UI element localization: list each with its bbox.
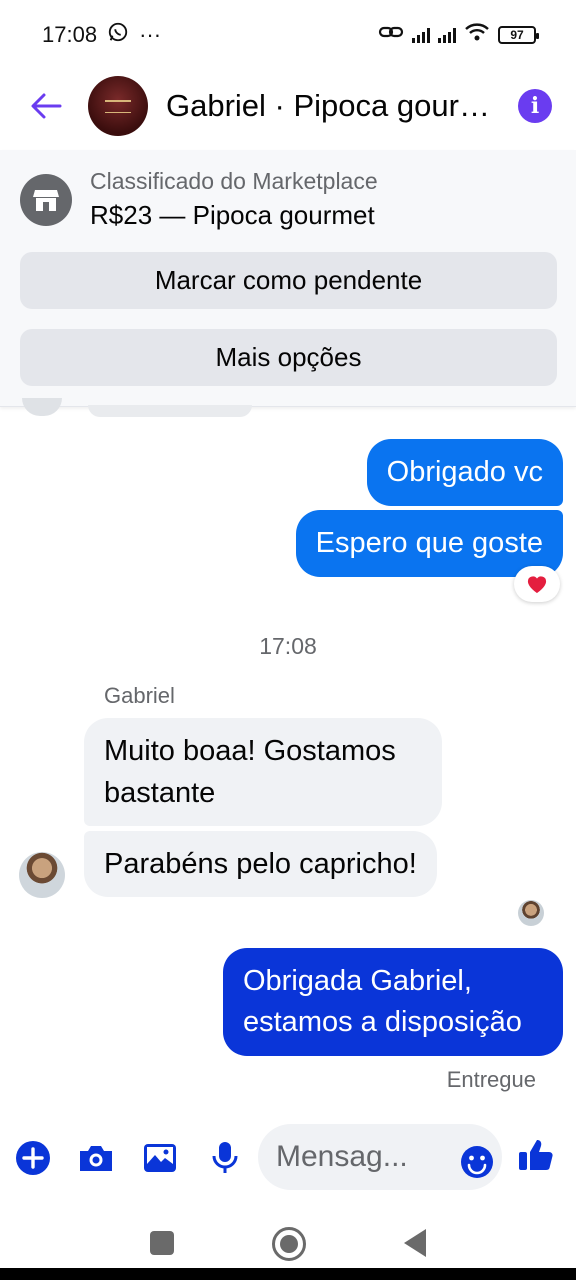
partial-avatar (22, 398, 62, 416)
status-more: ··· (139, 22, 162, 47)
plus-icon[interactable] (13, 1138, 53, 1178)
heart-reaction-icon[interactable] (514, 566, 560, 602)
listing-caption: Classificado do Marketplace (90, 168, 378, 194)
bottom-edge (0, 1268, 576, 1280)
camera-icon[interactable] (76, 1138, 116, 1178)
gallery-icon[interactable] (140, 1138, 180, 1178)
thumbs-up-icon[interactable] (517, 1136, 557, 1176)
system-back-icon[interactable] (404, 1229, 426, 1257)
more-options-button[interactable]: Mais opções (20, 329, 557, 386)
whatsapp-icon (107, 21, 129, 49)
chat-header: Gabriel · Pipoca gourmet i (0, 70, 576, 142)
signal-icon (412, 27, 430, 43)
wifi-icon (464, 22, 490, 48)
contact-avatar[interactable] (88, 76, 148, 136)
mark-pending-button[interactable]: Marcar como pendente (20, 252, 557, 309)
storefront-icon (20, 174, 72, 226)
back-arrow-icon[interactable] (26, 86, 66, 126)
incoming-message[interactable]: Muito boaa! Gostamos bastante (84, 718, 442, 826)
microphone-icon[interactable] (205, 1138, 245, 1178)
status-time: 17:08 (42, 22, 98, 47)
sender-name: Gabriel (104, 683, 175, 708)
recent-apps-icon[interactable] (150, 1231, 174, 1255)
seen-indicator-avatar (518, 900, 544, 926)
outgoing-message[interactable]: Obrigado vc (366, 439, 563, 506)
partial-message-bubble (88, 405, 252, 417)
sender-avatar[interactable] (19, 852, 65, 898)
delivery-status: Entregue (446, 1067, 536, 1092)
outgoing-message[interactable]: Obrigada Gabriel, estamos a disposição (223, 948, 563, 1056)
status-bar: 17:08 ··· 97 (0, 0, 576, 70)
status-right: 97 (378, 22, 539, 48)
battery-icon: 97 (498, 26, 539, 44)
status-left: 17:08 ··· (42, 21, 161, 49)
incoming-message[interactable]: Parabéns pelo capricho! (84, 831, 437, 897)
message-composer (0, 1120, 576, 1196)
home-icon[interactable] (272, 1227, 306, 1261)
listing-title[interactable]: R$23 — Pipoca gourmet (90, 200, 375, 231)
info-icon[interactable]: i (518, 89, 552, 123)
emoji-icon[interactable] (459, 1144, 495, 1180)
link-icon (378, 22, 404, 48)
marketplace-panel: Classificado do Marketplace R$23 — Pipoc… (0, 150, 576, 407)
message-timestamp: 17:08 (259, 633, 317, 659)
chat-title[interactable]: Gabriel · Pipoca gourmet (166, 88, 496, 124)
signal-icon-2 (438, 27, 456, 43)
